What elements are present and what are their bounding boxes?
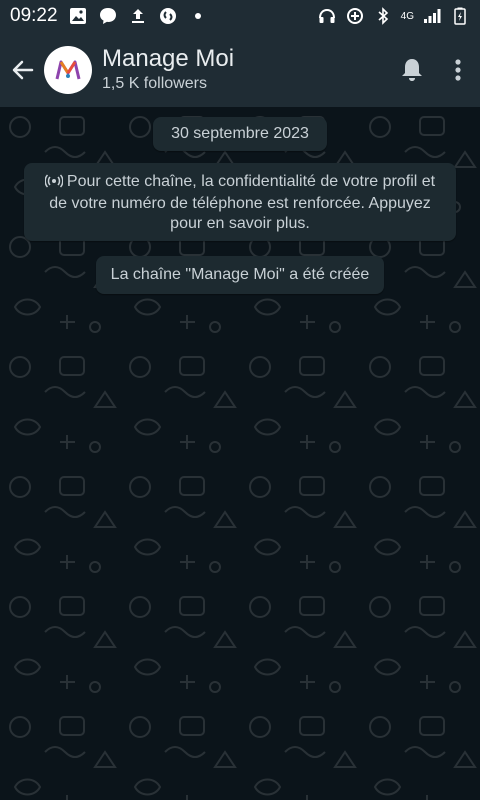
more-options-button[interactable] [454, 58, 462, 82]
more-vert-icon [455, 58, 461, 81]
channel-avatar[interactable] [44, 45, 92, 94]
header-actions [400, 57, 470, 83]
channel-created-notice: La chaîne "Manage Moi" a été créée [96, 256, 384, 294]
broadcast-icon [44, 174, 64, 194]
bell-icon [402, 58, 422, 81]
signal-icon [422, 6, 442, 26]
status-time: 09:22 [10, 5, 58, 26]
gallery-icon [68, 6, 88, 26]
shazam-icon [158, 6, 178, 26]
system-icons: 4G [317, 6, 470, 26]
notification-icons [68, 6, 208, 26]
privacy-notice-text: Pour cette chaîne, la confidentialité de… [49, 173, 436, 232]
data-saver-icon [345, 6, 365, 26]
date-chip: 30 septembre 2023 [153, 117, 327, 151]
headphones-icon [317, 6, 337, 26]
bluetooth-icon [373, 6, 393, 26]
channel-title: Manage Moi [102, 44, 235, 72]
privacy-notice[interactable]: Pour cette chaîne, la confidentialité de… [24, 163, 456, 241]
chat-area[interactable]: 30 septembre 2023 Pour cette chaîne, la … [0, 107, 480, 800]
chat-header: Manage Moi 1,5 K followers [0, 32, 480, 107]
channel-info[interactable]: Manage Moi 1,5 K followers [102, 45, 234, 95]
status-bar: 09:22 4G [0, 0, 480, 32]
notifications-button[interactable] [400, 57, 424, 83]
network-type-label: 4G [400, 10, 414, 22]
dot-icon [188, 6, 208, 26]
battery-icon [450, 6, 470, 26]
upload-icon [128, 6, 148, 26]
back-button[interactable] [10, 57, 36, 83]
arrow-left-icon [12, 60, 34, 79]
followers-count: 1,5 K followers [102, 74, 207, 92]
chat-bubble-icon [98, 6, 118, 26]
channel-logo-icon [55, 60, 81, 79]
